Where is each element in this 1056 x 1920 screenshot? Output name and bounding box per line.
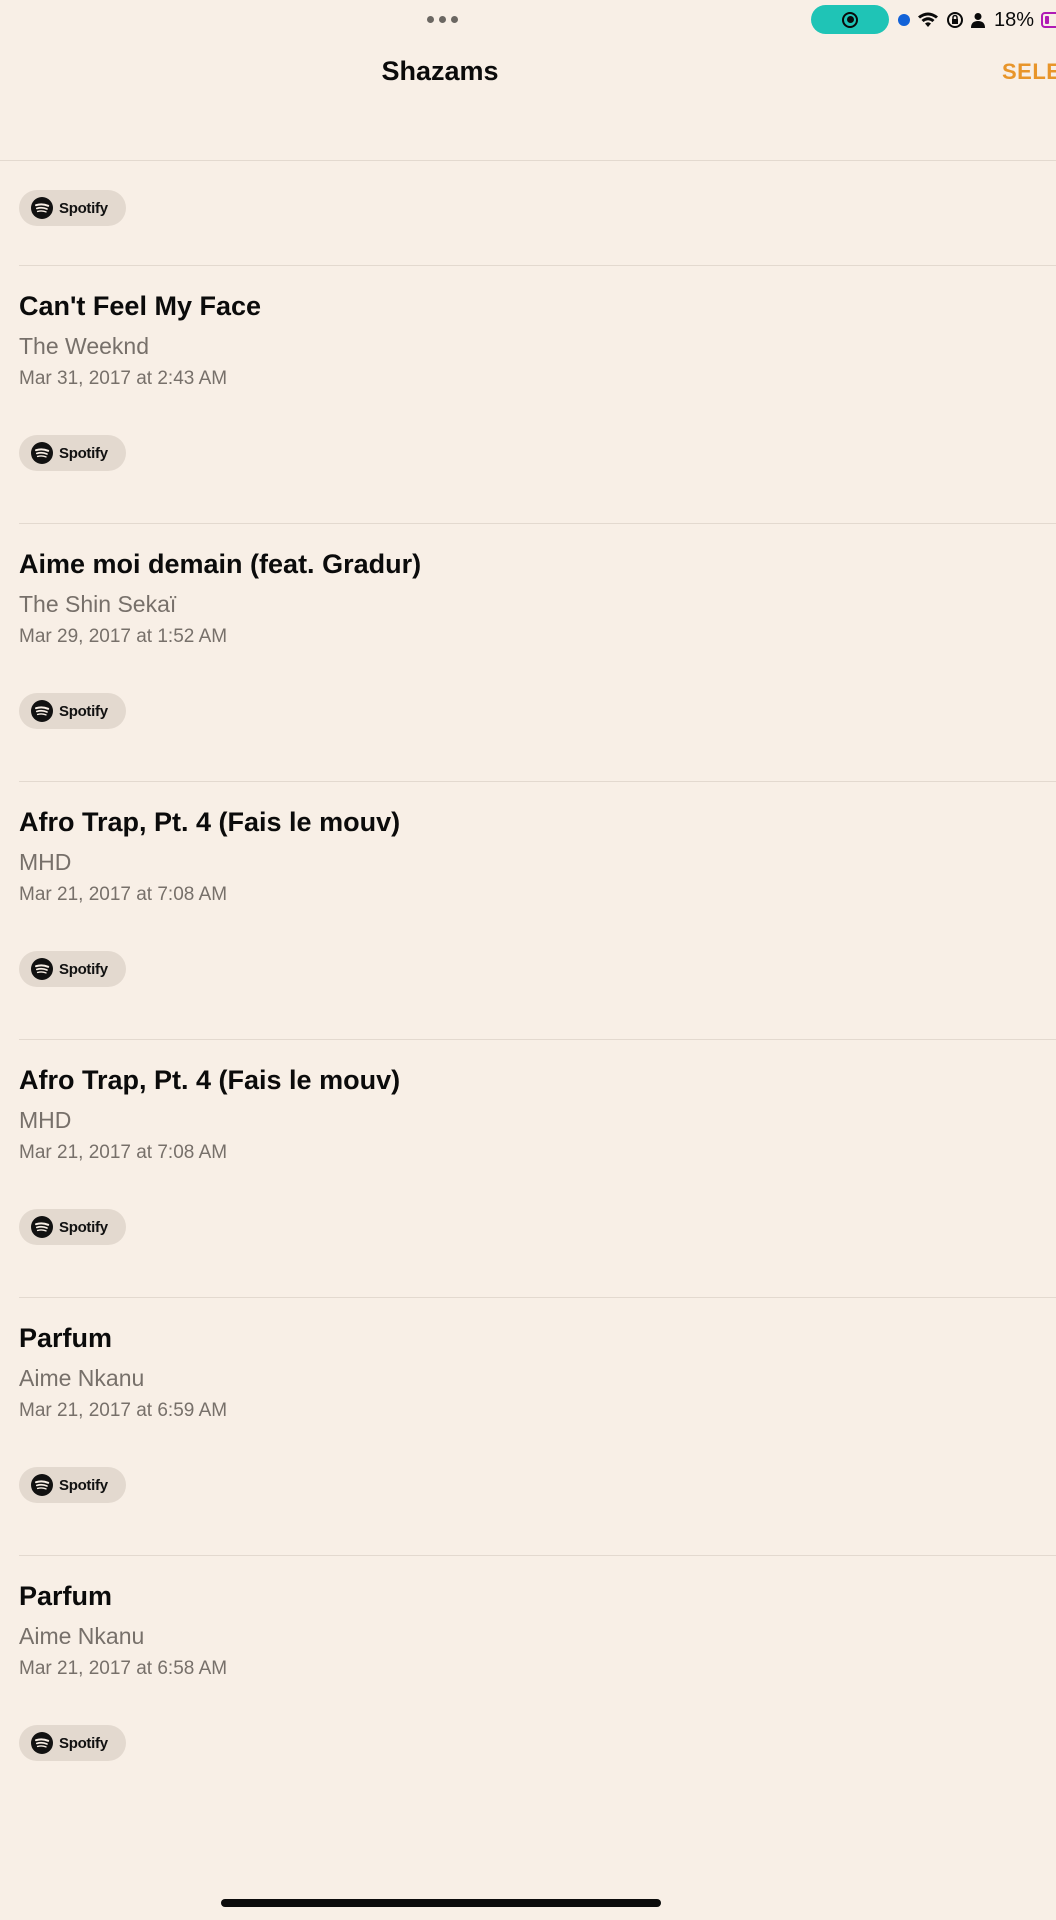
spotify-label: Spotify <box>59 444 108 462</box>
spotify-icon <box>31 1732 53 1754</box>
spotify-label: Spotify <box>59 1218 108 1236</box>
track-title: Aime moi demain (feat. Gradur) <box>19 549 422 579</box>
battery-percent: 18% <box>994 8 1035 31</box>
list-item[interactable]: Can't Feel My Face The Weeknd Mar 31, 20… <box>19 265 1056 523</box>
spotify-icon <box>31 700 53 722</box>
page-title: Shazams <box>381 56 499 86</box>
track-title: Parfum <box>19 1323 113 1353</box>
track-title: Can't Feel My Face <box>19 291 261 321</box>
track-artist: MHD <box>19 849 72 875</box>
track-artist: The Weeknd <box>19 333 149 359</box>
spotify-button[interactable]: Spotify <box>19 1467 126 1503</box>
track-date: Mar 29, 2017 at 1:52 AM <box>19 626 228 647</box>
track-date: Mar 21, 2017 at 6:58 AM <box>19 1658 228 1679</box>
spotify-icon <box>31 1216 53 1238</box>
track-artist: Aime Nkanu <box>19 1623 145 1649</box>
person-icon <box>971 13 985 28</box>
spotify-icon <box>31 958 53 980</box>
screen-record-indicator[interactable] <box>811 5 889 34</box>
spotify-label: Spotify <box>59 702 108 720</box>
status-icons: 18% <box>898 6 1056 34</box>
spotify-label: Spotify <box>59 1476 108 1494</box>
spotify-label: Spotify <box>59 960 108 978</box>
track-artist: MHD <box>19 1107 72 1133</box>
track-artist: The Shin Sekaï <box>19 591 177 617</box>
spotify-button[interactable]: Spotify <box>19 1725 126 1761</box>
spotify-button[interactable]: Spotify <box>19 190 126 226</box>
spotify-button[interactable]: Spotify <box>19 951 126 987</box>
list-item-partial[interactable]: Spotify <box>0 161 1056 265</box>
multitask-dots-icon[interactable] <box>422 14 462 24</box>
track-title: Afro Trap, Pt. 4 (Fais le mouv) <box>19 807 401 837</box>
track-date: Mar 21, 2017 at 6:59 AM <box>19 1400 228 1421</box>
list-item[interactable]: Afro Trap, Pt. 4 (Fais le mouv) MHD Mar … <box>19 1039 1056 1297</box>
track-artist: Aime Nkanu <box>19 1365 145 1391</box>
screen-record-icon <box>842 11 858 28</box>
spotify-label: Spotify <box>59 1734 108 1752</box>
home-indicator[interactable] <box>221 1899 661 1907</box>
spotify-icon <box>31 197 53 219</box>
location-dot-icon <box>898 14 910 26</box>
status-bar: 18% <box>0 0 1056 40</box>
battery-icon <box>1041 12 1056 28</box>
shazam-list[interactable]: Spotify Can't Feel My Face The Weeknd Ma… <box>0 161 1056 1813</box>
list-item[interactable]: Aime moi demain (feat. Gradur) The Shin … <box>19 523 1056 781</box>
wifi-icon <box>918 12 938 27</box>
spotify-button[interactable]: Spotify <box>19 693 126 729</box>
spotify-label: Spotify <box>59 199 108 217</box>
spotify-icon <box>31 1474 53 1496</box>
spotify-button[interactable]: Spotify <box>19 435 126 471</box>
track-title: Afro Trap, Pt. 4 (Fais le mouv) <box>19 1065 401 1095</box>
track-title: Parfum <box>19 1581 113 1611</box>
track-date: Mar 21, 2017 at 7:08 AM <box>19 1142 228 1163</box>
rotation-lock-icon <box>947 12 963 28</box>
select-button[interactable]: SELECT <box>1002 59 1056 85</box>
list-item[interactable]: Parfum Aime Nkanu Mar 21, 2017 at 6:58 A… <box>19 1555 1056 1813</box>
list-item[interactable]: Parfum Aime Nkanu Mar 21, 2017 at 6:59 A… <box>19 1297 1056 1555</box>
spotify-icon <box>31 442 53 464</box>
list-item[interactable]: Afro Trap, Pt. 4 (Fais le mouv) MHD Mar … <box>19 781 1056 1039</box>
track-date: Mar 31, 2017 at 2:43 AM <box>19 368 228 389</box>
spotify-button[interactable]: Spotify <box>19 1209 126 1245</box>
track-date: Mar 21, 2017 at 7:08 AM <box>19 884 228 905</box>
